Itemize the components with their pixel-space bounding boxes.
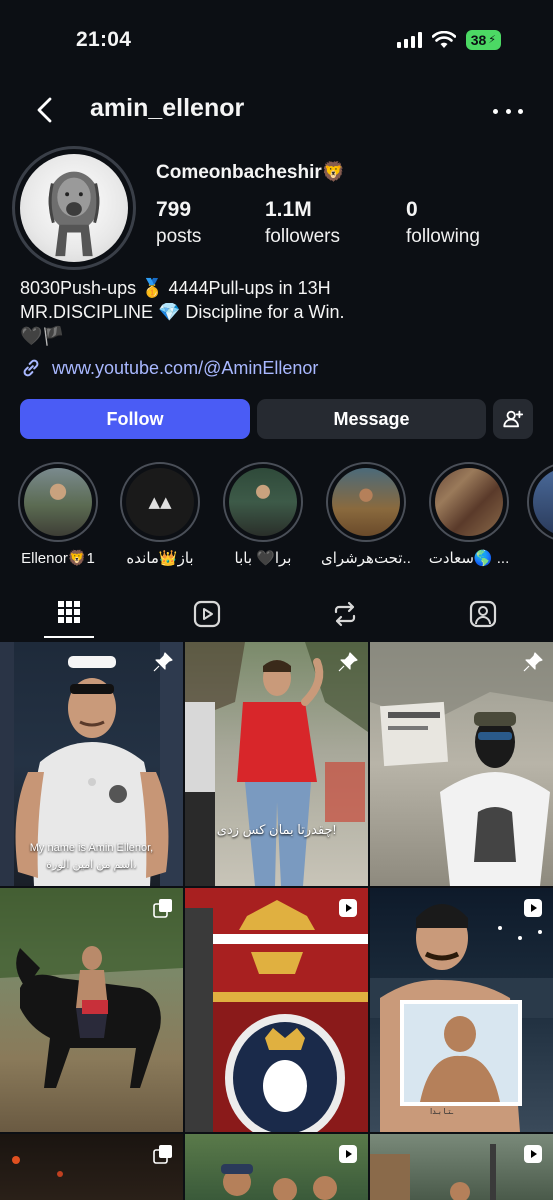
post-thumbnail[interactable] bbox=[185, 1134, 368, 1200]
highlight-item[interactable]: ▲▲ باز👑مانده bbox=[115, 462, 205, 567]
status-bar: 21:04 38 ⚡ bbox=[0, 0, 553, 80]
highlight-cover: ▲▲ bbox=[126, 468, 194, 536]
highlight-item[interactable]: سعادت🌎 ... bbox=[424, 462, 514, 567]
message-button[interactable]: Message bbox=[257, 399, 486, 439]
post-caption: چقدرتا بمان کس زدی! bbox=[216, 822, 337, 837]
battery-level: 38 bbox=[470, 32, 487, 48]
follow-label: Follow bbox=[106, 408, 164, 429]
highlight-label: Ellenor🦁1 bbox=[21, 550, 95, 567]
more-options-icon[interactable] bbox=[493, 96, 523, 126]
back-arrow-icon[interactable] bbox=[30, 94, 62, 126]
status-time: 21:04 bbox=[76, 28, 132, 51]
charging-bolt-icon: ⚡ bbox=[488, 34, 496, 46]
following-count: 0 bbox=[406, 198, 418, 221]
carousel-icon bbox=[153, 1145, 172, 1164]
link-icon bbox=[23, 359, 39, 377]
reels-icon bbox=[193, 600, 221, 628]
post-image bbox=[370, 642, 553, 886]
post-image: ـتـا بـدا bbox=[370, 904, 553, 1132]
tab-posts-grid[interactable] bbox=[23, 590, 115, 640]
highlight-label: برا🖤 بابا bbox=[234, 550, 292, 567]
pinned-icon bbox=[523, 652, 543, 672]
highlight-item[interactable]: تحت‌هرشرای... bbox=[321, 462, 411, 567]
repost-icon bbox=[334, 601, 356, 627]
highlight-cover bbox=[533, 468, 553, 536]
post-thumbnail[interactable] bbox=[0, 888, 183, 1132]
following-label: following bbox=[406, 226, 480, 247]
highlight-cover bbox=[24, 468, 92, 536]
reel-icon bbox=[524, 899, 542, 917]
post-caption: اسم من امین الورة، bbox=[46, 859, 137, 871]
message-label: Message bbox=[333, 408, 410, 429]
post-image bbox=[185, 888, 368, 1132]
reel-icon bbox=[524, 1145, 542, 1163]
profile-tabs bbox=[0, 590, 553, 640]
add-user-icon bbox=[503, 410, 524, 428]
post-caption: My name is Amin Ellenor, bbox=[29, 842, 154, 854]
profile-header: amin_ellenor bbox=[0, 88, 553, 132]
bio-line: MR.DISCIPLINE 💎 Discipline for a Win. bbox=[20, 302, 345, 322]
post-thumbnail[interactable]: چقدرتا بمان کس زدی! bbox=[185, 642, 368, 886]
post-thumbnail[interactable] bbox=[185, 888, 368, 1132]
profile-link[interactable]: www.youtube.com/@AminEllenor bbox=[20, 357, 318, 379]
display-name: Comeonbacheshir🦁 bbox=[156, 162, 346, 183]
profile-avatar[interactable] bbox=[12, 146, 136, 270]
highlight-label: باز👑مانده bbox=[126, 550, 194, 567]
followers-count: 1.1M bbox=[265, 198, 312, 221]
grid-icon bbox=[58, 601, 80, 623]
pinned-icon bbox=[153, 652, 173, 672]
pinned-icon bbox=[338, 652, 358, 672]
followers-stat[interactable]: 1.1M followers bbox=[265, 198, 340, 248]
header-username: amin_ellenor bbox=[90, 94, 245, 122]
suggested-accounts-button[interactable] bbox=[493, 399, 533, 439]
post-image bbox=[0, 888, 183, 1088]
highlight-item-partial[interactable] bbox=[527, 462, 553, 542]
link-text: www.youtube.com/@AminEllenor bbox=[52, 357, 319, 378]
story-highlights: Ellenor🦁1 ▲▲ باز👑مانده برا🖤 بابا تحت‌هرش… bbox=[0, 462, 553, 572]
battery-indicator: 38 ⚡ bbox=[465, 30, 501, 50]
followers-label: followers bbox=[265, 226, 340, 247]
post-thumbnail[interactable] bbox=[370, 642, 553, 886]
post-image bbox=[185, 642, 368, 886]
highlight-cover bbox=[229, 468, 297, 536]
highlight-label: سعادت🌎 ... bbox=[428, 550, 510, 567]
highlight-cover bbox=[332, 468, 400, 536]
highlight-label: تحت‌هرشرای... bbox=[321, 550, 411, 567]
tab-reposts[interactable] bbox=[299, 590, 391, 640]
reel-icon bbox=[339, 1145, 357, 1163]
posts-label: posts bbox=[156, 226, 202, 247]
wifi-icon bbox=[431, 31, 456, 48]
status-icons: 38 ⚡ bbox=[396, 30, 501, 50]
follow-button[interactable]: Follow bbox=[20, 399, 250, 439]
post-thumbnail[interactable]: My name is Amin Ellenor, اسم من امین الو… bbox=[0, 642, 183, 886]
lion-image bbox=[48, 171, 100, 257]
post-thumbnail[interactable] bbox=[370, 1134, 553, 1200]
tab-tagged[interactable] bbox=[437, 590, 529, 640]
reel-icon bbox=[339, 899, 357, 917]
carousel-icon bbox=[153, 899, 172, 918]
highlight-item[interactable]: Ellenor🦁1 bbox=[13, 462, 103, 567]
following-stat[interactable]: 0 following bbox=[406, 198, 480, 248]
posts-count: 799 bbox=[156, 198, 192, 221]
cellular-signal-icon bbox=[396, 32, 422, 48]
posts-stat[interactable]: 799 posts bbox=[156, 198, 201, 248]
highlight-item[interactable]: برا🖤 بابا bbox=[218, 462, 308, 567]
profile-bio: 8030Push-ups 🥇 4444Pull-ups in 13H MR.DI… bbox=[20, 276, 344, 348]
svg-text:ـتـا بـدا: ـتـا بـدا bbox=[430, 1107, 454, 1116]
bio-line: 🖤🏴 bbox=[20, 326, 65, 346]
tagged-person-icon bbox=[469, 600, 497, 628]
bio-line: 8030Push-ups 🥇 4444Pull-ups in 13H bbox=[20, 278, 331, 298]
active-tab-indicator bbox=[44, 636, 94, 638]
post-thumbnail[interactable]: ـتـا بـدا bbox=[370, 888, 553, 1132]
post-thumbnail[interactable] bbox=[0, 1134, 183, 1200]
tab-reels[interactable] bbox=[161, 590, 253, 640]
posts-grid: My name is Amin Ellenor, اسم من امین الو… bbox=[0, 642, 553, 1200]
highlight-cover bbox=[435, 468, 503, 536]
